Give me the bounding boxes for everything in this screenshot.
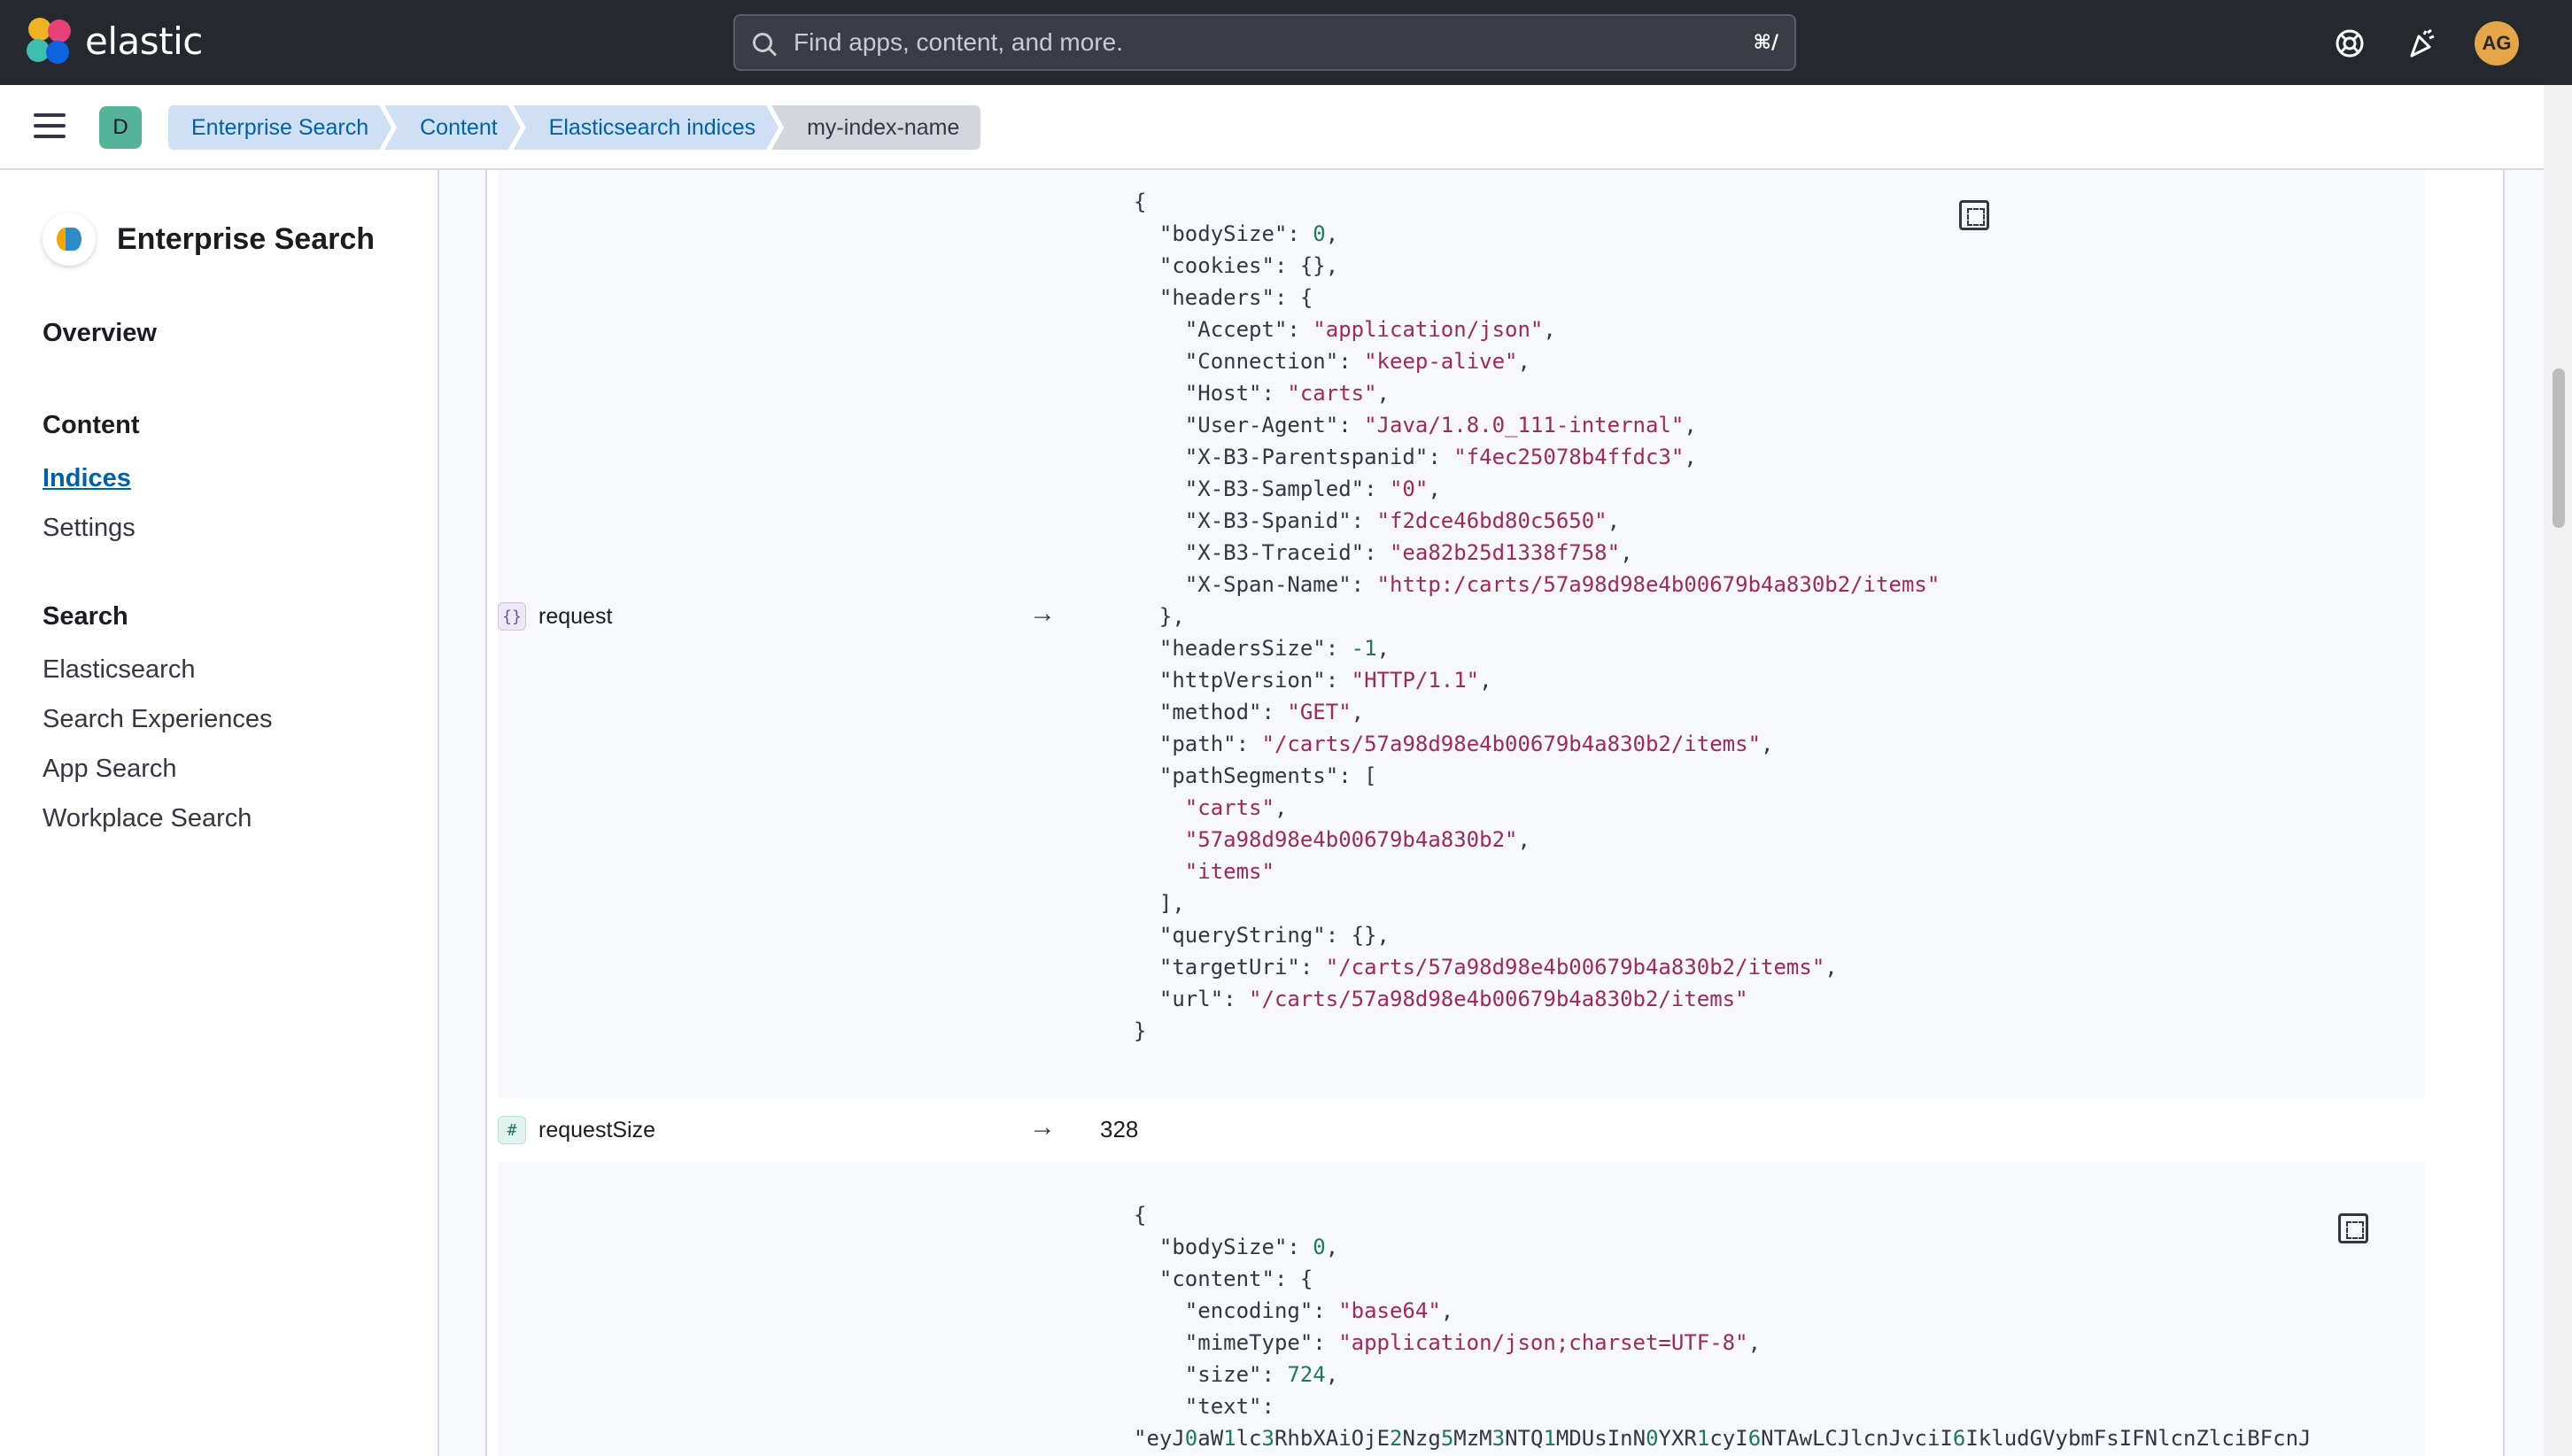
search-icon	[753, 33, 772, 52]
arrow-right-icon: →	[1029, 1112, 1056, 1142]
json-line: "eyJ0aW1lc3RhbXAiOjE2Nzg5MzM3NTQ1MDUsInN…	[1134, 1426, 2312, 1451]
json-line: "targetUri": "/carts/57a98d98e4b00679b4a…	[1134, 955, 1838, 980]
page-scrollbar[interactable]	[2544, 85, 2572, 1456]
sidebar-item-elasticsearch[interactable]: Elasticsearch	[43, 655, 195, 685]
sidebar-item-overview[interactable]: Overview	[43, 319, 157, 348]
json-line: ],	[1134, 891, 1185, 916]
json-line: "X-B3-Traceid": "ea82b25d1338f758",	[1134, 540, 1633, 565]
elastic-logo[interactable]: elastic	[27, 18, 203, 64]
sidebar-item-search-experiences[interactable]: Search Experiences	[43, 705, 273, 734]
json-line: "cookies": {},	[1134, 253, 1339, 278]
sidebar-section-content: Content	[43, 411, 140, 439]
menu-toggle-icon[interactable]	[34, 113, 66, 138]
json-line: "Accept": "application/json",	[1134, 317, 1556, 342]
json-line: "items"	[1184, 859, 1274, 884]
field-row-requestsize: # requestSize → 328	[498, 1098, 2425, 1162]
json-line: "57a98d98e4b00679b4a830b2",	[1184, 827, 1530, 852]
json-line: "Host": "carts",	[1134, 381, 1390, 406]
json-line: {	[1134, 190, 1147, 214]
json-line: "User-Agent": "Java/1.8.0_111-internal",	[1134, 413, 1697, 438]
json-line: "bodySize": 0,	[1134, 221, 1339, 246]
json-line: "text":	[1134, 1394, 1274, 1419]
breadcrumb: Enterprise Search Content Elasticsearch …	[168, 105, 981, 150]
json-line: "X-B3-Parentspanid": "f4ec25078b4ffdc3",	[1134, 445, 1697, 469]
number-type-icon: #	[498, 1116, 526, 1144]
json-line: }	[1134, 1018, 1147, 1043]
json-line: "bodySize": 0,	[1134, 1235, 1339, 1259]
news-feed-icon[interactable]	[2402, 23, 2443, 64]
json-value-response: { "bodySize": 0, "content": { "encoding"…	[1134, 1199, 2311, 1454]
breadcrumb-current-index: my-index-name	[771, 105, 981, 150]
json-line: "Connection": "keep-alive",	[1134, 349, 1530, 374]
json-line: "carts",	[1184, 795, 1288, 820]
fullscreen-icon[interactable]	[2338, 1213, 2368, 1243]
json-line: "httpVersion": "HTTP/1.1",	[1134, 668, 1492, 693]
json-line: "X-B3-Sampled": "0",	[1134, 476, 1441, 501]
field-row-response: { "bodySize": 0, "content": { "encoding"…	[498, 1162, 2425, 1456]
field-value: 328	[1100, 1116, 1139, 1142]
json-line: "encoding": "base64",	[1134, 1298, 1454, 1323]
side-nav-header: Enterprise Search	[43, 213, 375, 266]
json-line: "content": {	[1134, 1266, 1313, 1291]
side-nav: Enterprise Search Overview Content Indic…	[0, 170, 439, 1456]
json-line: "mimeType": "application/json;charset=UT…	[1134, 1330, 1762, 1355]
global-search-input[interactable]: Find apps, content, and more. ⌘/	[733, 14, 1796, 71]
help-icon[interactable]	[2329, 23, 2370, 64]
field-name: request	[538, 603, 613, 629]
sidebar-item-app-search[interactable]: App Search	[43, 755, 177, 784]
json-line: "queryString": {},	[1134, 923, 1390, 948]
elastic-logo-icon	[27, 18, 73, 64]
space-avatar[interactable]: D	[99, 106, 142, 149]
breadcrumb-enterprise-search[interactable]: Enterprise Search	[168, 105, 391, 150]
json-value-request: { "bodySize": 0, "cookies": {}, "headers…	[1134, 186, 1940, 1047]
object-type-icon: {}	[498, 602, 526, 631]
user-avatar[interactable]: AG	[2475, 21, 2519, 66]
field-name: requestSize	[538, 1117, 656, 1142]
json-line: "method": "GET",	[1134, 700, 1365, 724]
json-line: "path": "/carts/57a98d98e4b00679b4a830b2…	[1134, 732, 1774, 756]
sidebar-item-workplace-search[interactable]: Workplace Search	[43, 804, 252, 833]
breadcrumb-content[interactable]: Content	[384, 105, 521, 150]
search-placeholder: Find apps, content, and more.	[794, 28, 1123, 56]
search-shortcut: ⌘/	[1753, 32, 1778, 54]
sidebar-item-settings[interactable]: Settings	[43, 514, 136, 543]
json-line: "headersSize": -1,	[1134, 636, 1390, 661]
breadcrumb-bar: D Enterprise Search Content Elasticsearc…	[0, 85, 2544, 170]
arrow-right-icon: →	[1029, 599, 1056, 628]
json-line: "X-B3-Spanid": "f2dce46bd80c5650",	[1134, 508, 1621, 533]
json-line: "pathSegments": [	[1134, 763, 1377, 788]
json-line: "url": "/carts/57a98d98e4b00679b4a830b2/…	[1134, 987, 1748, 1011]
sidebar-item-indices[interactable]: Indices	[43, 464, 131, 493]
fullscreen-icon[interactable]	[1959, 200, 1989, 230]
top-header: elastic Find apps, content, and more. ⌘/…	[0, 0, 2572, 85]
main-content: {} request → { "bodySize": 0, "cookies":…	[439, 170, 2544, 1456]
field-row-request: {} request → { "bodySize": 0, "cookies":…	[498, 170, 2425, 1098]
brand-name: elastic	[85, 19, 203, 63]
sidebar-section-search: Search	[43, 602, 128, 631]
scrollbar-thumb[interactable]	[2553, 368, 2565, 528]
json-line: {	[1134, 1203, 1147, 1228]
enterprise-search-logo-icon	[43, 213, 96, 266]
json-line: "X-Span-Name": "http:/carts/57a98d98e4b0…	[1134, 572, 1941, 597]
breadcrumb-elasticsearch-indices[interactable]: Elasticsearch indices	[514, 105, 779, 150]
json-line: },	[1134, 604, 1185, 629]
side-nav-title: Enterprise Search	[117, 221, 376, 256]
json-line: "headers": {	[1134, 285, 1313, 310]
json-line: "size": 724,	[1134, 1362, 1339, 1387]
